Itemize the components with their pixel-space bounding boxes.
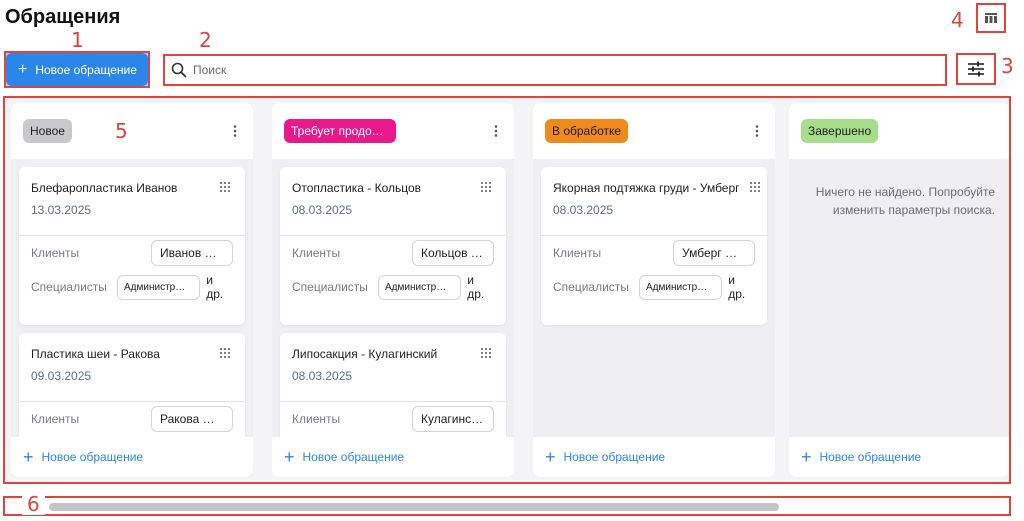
search-input[interactable]	[193, 63, 933, 77]
request-card[interactable]: Пластика шеи - Ракова 09.03.2025 Клиенты…	[19, 333, 245, 437]
card-date: 09.03.2025	[31, 369, 92, 383]
and-more-text: и др.	[206, 273, 224, 301]
client-chip[interactable]: Умберг …	[673, 240, 755, 266]
drag-handle-icon[interactable]	[219, 347, 231, 359]
card-title: Якорная подтяжка груди - Умберг	[553, 181, 740, 195]
column-needs-followup: Требует продол… Отопластика - Кольцов 08…	[272, 103, 514, 477]
status-badge: Требует продол…	[284, 119, 396, 143]
column-completed: Завершено Ничего не найдено. Попробуйте …	[789, 103, 1009, 477]
kanban-board: Новое Блефаропластика Иванов 13.03.2025 …	[5, 98, 1009, 482]
client-chip[interactable]: Кольцов …	[412, 240, 494, 266]
plus-icon: +	[18, 60, 28, 78]
clients-label: Клиенты	[292, 246, 341, 260]
drag-handle-icon[interactable]	[480, 347, 492, 359]
specialists-label: Специалисты	[31, 280, 107, 294]
add-request-link[interactable]: + Новое обращение	[11, 437, 253, 477]
request-card[interactable]: Блефаропластика Иванов 13.03.2025 Клиент…	[19, 167, 245, 325]
status-badge: Завершено	[801, 119, 879, 143]
column-cards[interactable]: Ничего не найдено. Попробуйте изменить п…	[789, 159, 1009, 437]
scrollbar-thumb[interactable]	[49, 503, 779, 511]
request-card[interactable]: Отопластика - Кольцов 08.03.2025 Клиенты…	[280, 167, 506, 325]
and-more-text: и др.	[467, 273, 485, 301]
drag-handle-icon[interactable]	[480, 181, 492, 193]
card-title: Пластика шеи - Ракова	[31, 347, 160, 361]
clients-label: Клиенты	[31, 246, 80, 260]
more-vertical-icon[interactable]	[749, 123, 765, 139]
add-request-label: Новое обращение	[302, 450, 405, 464]
annotation-number: 5	[115, 119, 128, 143]
card-date: 08.03.2025	[292, 369, 353, 383]
kanban-view-icon[interactable]	[978, 5, 1004, 31]
specialists-label: Специалисты	[292, 280, 368, 294]
clients-label: Клиенты	[31, 412, 80, 426]
column-header: В обработке	[533, 103, 775, 159]
card-title: Блефаропластика Иванов	[31, 181, 178, 195]
annotation-number: 4	[946, 9, 969, 31]
add-request-link[interactable]: + Новое обращение	[789, 437, 1009, 477]
add-request-label: Новое обращение	[41, 450, 144, 464]
card-date: 13.03.2025	[31, 203, 92, 217]
column-header: Завершено	[789, 103, 1009, 159]
page-title: Обращения	[5, 6, 121, 28]
status-badge: Новое	[23, 119, 72, 143]
request-card[interactable]: Липосакция - Кулагинский 08.03.2025 Клие…	[280, 333, 506, 437]
client-chip[interactable]: Ракова …	[151, 406, 233, 432]
empty-state-message: Ничего не найдено. Попробуйте изменить п…	[815, 185, 995, 217]
plus-icon: +	[545, 447, 556, 467]
more-vertical-icon[interactable]	[227, 123, 243, 139]
add-request-label: Новое обращение	[563, 450, 666, 464]
add-request-label: Новое обращение	[819, 450, 922, 464]
annotation-number: 1	[66, 29, 89, 51]
specialists-label: Специалисты	[553, 280, 629, 294]
more-vertical-icon[interactable]	[488, 123, 504, 139]
card-date: 08.03.2025	[292, 203, 353, 217]
column-cards[interactable]: Блефаропластика Иванов 13.03.2025 Клиент…	[11, 159, 253, 437]
annotation-number: 3	[996, 55, 1019, 77]
filter-sliders-icon	[968, 61, 984, 77]
search-icon	[171, 62, 187, 78]
specialist-chip[interactable]: Администр…	[639, 274, 723, 300]
add-request-link[interactable]: + Новое обращение	[272, 437, 514, 477]
column-cards[interactable]: Якорная подтяжка груди - Умберг 08.03.20…	[533, 159, 775, 437]
specialist-chip[interactable]: Администр…	[117, 274, 201, 300]
new-request-button[interactable]: + Новое обращение	[6, 53, 148, 86]
clients-label: Клиенты	[553, 246, 602, 260]
client-chip[interactable]: Кулагинс…	[412, 406, 494, 432]
column-cards[interactable]: Отопластика - Кольцов 08.03.2025 Клиенты…	[272, 159, 514, 437]
search-bar[interactable]	[165, 56, 945, 84]
column-in-progress: В обработке Якорная подтяжка груди - Умб…	[533, 103, 775, 477]
column-header: Требует продол…	[272, 103, 514, 159]
plus-icon: +	[284, 447, 295, 467]
annotation-number: 6	[22, 493, 45, 515]
and-more-text: и др.	[728, 273, 746, 301]
card-title: Отопластика - Кольцов	[292, 181, 422, 195]
card-title: Липосакция - Кулагинский	[292, 347, 438, 361]
request-card[interactable]: Якорная подтяжка груди - Умберг 08.03.20…	[541, 167, 767, 325]
add-request-link[interactable]: + Новое обращение	[533, 437, 775, 477]
plus-icon: +	[23, 447, 34, 467]
new-request-label: Новое обращение	[35, 62, 137, 77]
plus-icon: +	[801, 447, 812, 467]
specialist-chip[interactable]: Администр…	[378, 274, 462, 300]
horizontal-scrollbar[interactable]	[5, 500, 1009, 512]
status-badge: В обработке	[545, 119, 629, 143]
client-chip[interactable]: Иванов …	[151, 240, 233, 266]
clients-label: Клиенты	[292, 412, 341, 426]
annotation-number: 2	[194, 29, 217, 51]
drag-handle-icon[interactable]	[749, 181, 761, 193]
drag-handle-icon[interactable]	[219, 181, 231, 193]
filter-button[interactable]	[958, 55, 994, 83]
card-date: 08.03.2025	[553, 203, 614, 217]
column-new: Новое Блефаропластика Иванов 13.03.2025 …	[11, 103, 253, 477]
